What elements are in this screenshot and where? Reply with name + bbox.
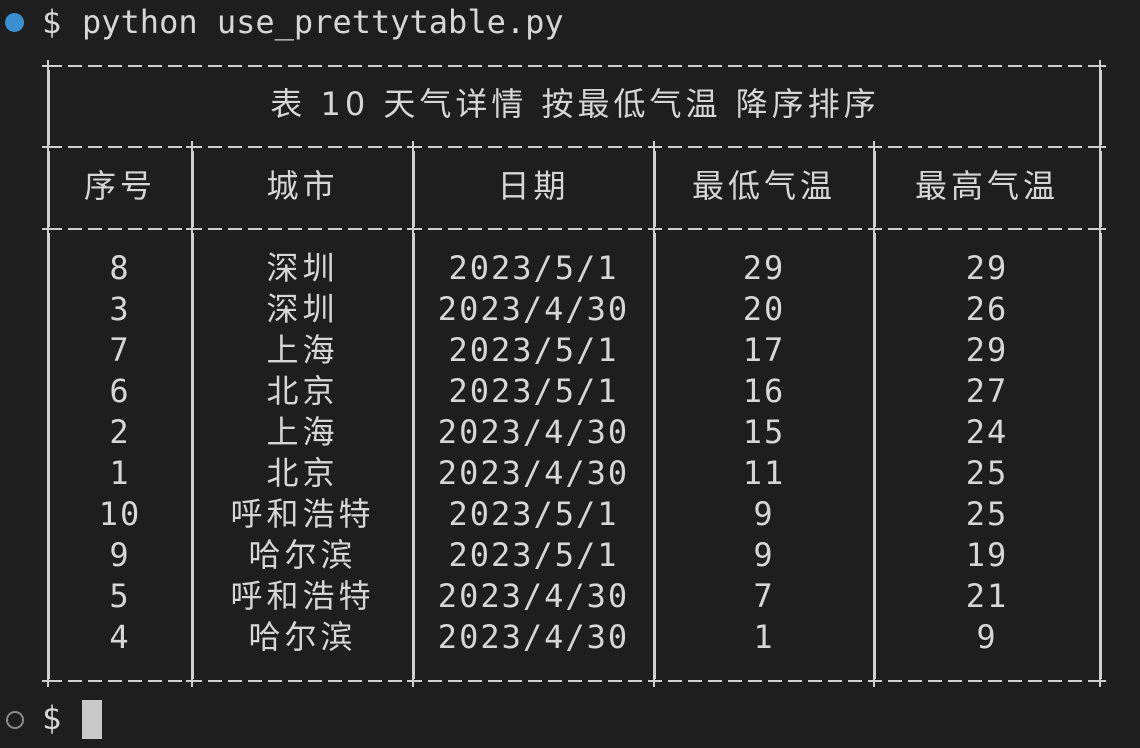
table-cell: 2023/5/1 (448, 372, 619, 410)
table-cell: 29 (965, 249, 1009, 287)
table-header-cell: 最低气温 (691, 167, 836, 205)
table-cell: 2023/4/30 (437, 454, 630, 492)
table-cell: 19 (965, 536, 1009, 574)
table-border-vertical (653, 233, 656, 679)
table-cell: 9 (753, 495, 775, 533)
table-cell: 16 (742, 372, 786, 410)
table-cell: 25 (965, 495, 1009, 533)
executed-command: python use_prettytable.py (82, 3, 564, 41)
table-cell: 20 (742, 290, 786, 328)
table-border-vertical (1099, 233, 1102, 679)
table-cell: 3 (109, 290, 131, 328)
prompt-symbol: $ (42, 3, 62, 41)
table-cell: 2023/5/1 (448, 536, 619, 574)
table-cell: 2 (109, 413, 131, 451)
table-cell: 29 (742, 249, 786, 287)
table-cell: 7 (753, 577, 775, 615)
table-cell: 10 (98, 495, 142, 533)
table-cell: 上海 (266, 331, 339, 369)
table-cell: 2023/5/1 (448, 495, 619, 533)
table-cell: 哈尔滨 (248, 618, 357, 656)
table-cell: 24 (965, 413, 1009, 451)
table-border-vertical (47, 70, 50, 145)
table-cell: 27 (965, 372, 1009, 410)
table-cell: 26 (965, 290, 1009, 328)
table-cell: 2023/4/30 (437, 618, 630, 656)
prompt-symbol-next: $ (42, 699, 62, 737)
table-cell: 2023/4/30 (437, 413, 630, 451)
table-cell: 1 (109, 454, 131, 492)
text-cursor[interactable] (82, 700, 102, 739)
table-header-cell: 日期 (497, 167, 570, 205)
table-border-vertical (873, 233, 876, 679)
table-border-vertical (1099, 70, 1102, 145)
table-cell: 9 (109, 536, 131, 574)
table-border-horizontal (48, 228, 1100, 230)
table-cell: 9 (753, 536, 775, 574)
table-header-cell: 城市 (266, 167, 339, 205)
table-border-vertical (653, 151, 656, 227)
table-border-vertical (873, 151, 876, 227)
table-cell: 8 (109, 249, 131, 287)
table-border-vertical (47, 233, 50, 679)
table-title: 表 10 天气详情 按最低气温 降序排序 (270, 85, 880, 123)
table-header-cell: 序号 (83, 167, 156, 205)
table-border-horizontal (48, 680, 1100, 682)
table-cell: 7 (109, 331, 131, 369)
table-border-vertical (191, 233, 194, 679)
table-cell: 北京 (266, 372, 339, 410)
table-cell: 5 (109, 577, 131, 615)
table-cell: 21 (965, 577, 1009, 615)
table-cell: 2023/4/30 (437, 577, 630, 615)
table-border-horizontal (48, 65, 1100, 67)
table-border-vertical (1099, 151, 1102, 227)
table-cell: 17 (742, 331, 786, 369)
table-cell: 11 (742, 454, 786, 492)
table-cell: 哈尔滨 (248, 536, 357, 574)
table-cell: 4 (109, 618, 131, 656)
table-border-vertical (191, 151, 194, 227)
table-border-horizontal (48, 146, 1100, 148)
table-cell: 上海 (266, 413, 339, 451)
table-border-vertical (47, 151, 50, 227)
table-cell: 2023/4/30 (437, 290, 630, 328)
table-cell: 15 (742, 413, 786, 451)
table-border-vertical (412, 233, 415, 679)
command-status-success-icon[interactable] (5, 13, 24, 32)
table-cell: 2023/5/1 (448, 249, 619, 287)
table-cell: 深圳 (266, 290, 339, 328)
command-status-pending-icon[interactable] (6, 711, 24, 729)
table-cell: 北京 (266, 454, 339, 492)
table-cell: 呼和浩特 (230, 495, 375, 533)
table-cell: 6 (109, 372, 131, 410)
table-header-cell: 最高气温 (914, 167, 1059, 205)
table-cell: 2023/5/1 (448, 331, 619, 369)
table-cell: 深圳 (266, 249, 339, 287)
table-cell: 9 (976, 618, 998, 656)
table-cell: 呼和浩特 (230, 577, 375, 615)
table-border-vertical (412, 151, 415, 227)
table-cell: 1 (753, 618, 775, 656)
table-cell: 25 (965, 454, 1009, 492)
table-cell: 29 (965, 331, 1009, 369)
